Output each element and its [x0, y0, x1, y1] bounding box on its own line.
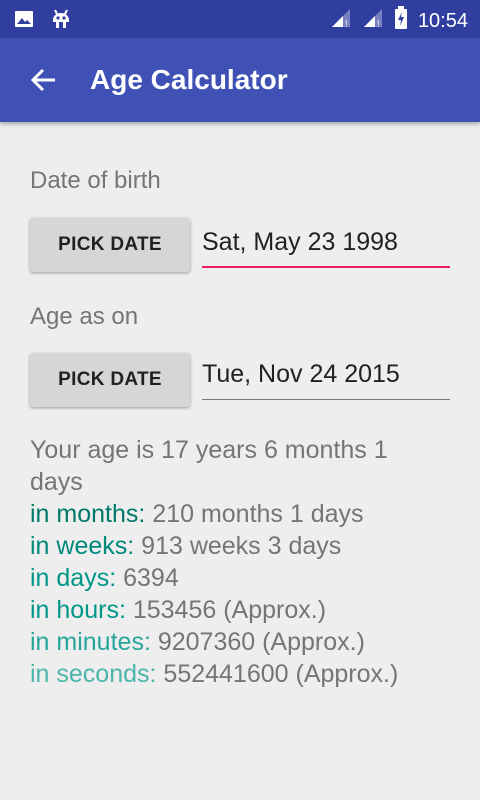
signal-icon: !: [330, 7, 352, 34]
back-button[interactable]: [24, 60, 64, 100]
svg-text:!: !: [345, 19, 348, 29]
battery-charging-icon: [394, 6, 408, 35]
result-row-minutes: in minutes: 9207360 (Approx.): [30, 626, 450, 658]
image-icon: [14, 9, 34, 34]
result-value: 210 months 1 days: [145, 500, 364, 528]
dob-label: Date of birth: [30, 167, 161, 194]
result-key: in weeks:: [30, 532, 135, 560]
status-time: 10:54: [417, 9, 468, 32]
results: Your age is 17 years 6 months 1 days in …: [30, 434, 450, 690]
age-on-label: Age as on: [30, 303, 139, 330]
result-row-months: in months: 210 months 1 days: [30, 498, 450, 530]
status-bar: ! ! 10:54: [0, 0, 480, 38]
dob-field-underline: [202, 266, 450, 268]
dob-field[interactable]: Sat, May 23 1998: [202, 220, 450, 268]
pick-age-on-button[interactable]: PICK DATE: [30, 353, 190, 407]
signal-icon: !: [362, 7, 384, 34]
age-on-field-underline: [202, 399, 450, 400]
app-bar: Age Calculator: [0, 38, 480, 122]
result-row-hours: in hours: 153456 (Approx.): [30, 594, 450, 626]
result-value: 9207360 (Approx.): [150, 628, 365, 656]
pick-dob-button[interactable]: PICK DATE: [30, 218, 190, 272]
status-right-icons: ! ! 10:54: [330, 6, 468, 35]
result-key: in seconds:: [30, 660, 157, 688]
summary-line: Your age is 17 years 6 months 1: [30, 436, 388, 464]
result-key: in minutes:: [30, 628, 151, 656]
page-title: Age Calculator: [90, 64, 288, 95]
arrow-back-icon: [24, 68, 64, 104]
age-on-field[interactable]: Tue, Nov 24 2015: [202, 352, 450, 400]
result-row-days: in days: 6394: [30, 562, 450, 594]
result-value: 913 weeks 3 days: [134, 532, 342, 560]
result-key: in hours:: [30, 596, 126, 624]
svg-text:!: !: [377, 19, 380, 29]
result-value: 552441600 (Approx.): [156, 660, 399, 688]
age-on-value: Tue, Nov 24 2015: [202, 360, 400, 388]
result-value: 6394: [116, 564, 179, 592]
result-key: in months:: [30, 500, 146, 528]
result-row-seconds: in seconds: 552441600 (Approx.): [30, 658, 450, 690]
result-value: 153456 (Approx.): [125, 596, 327, 624]
result-row-weeks: in weeks: 913 weeks 3 days: [30, 530, 450, 562]
result-key: in days:: [30, 564, 117, 592]
summary-line: days: [30, 468, 83, 496]
dob-value: Sat, May 23 1998: [202, 228, 398, 256]
android-bug-icon: [50, 8, 72, 35]
status-left-icons: [14, 8, 72, 35]
